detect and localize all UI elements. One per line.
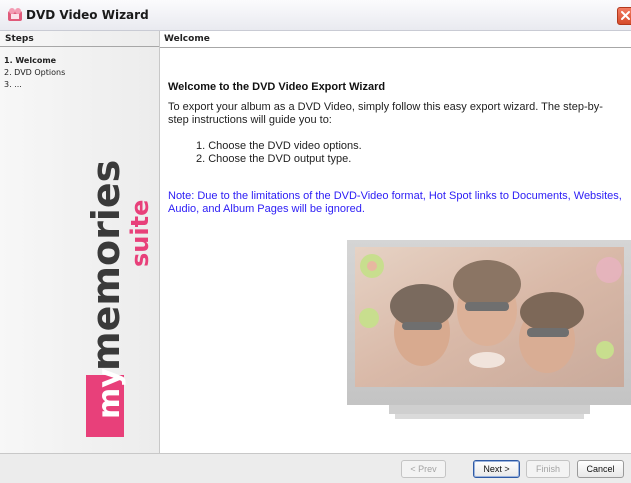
next-button[interactable]: Next > xyxy=(473,460,520,478)
prev-button[interactable]: < Prev xyxy=(401,460,446,478)
brand-my: my xyxy=(92,368,127,419)
wizard-title: Welcome to the DVD Video Export Wizard xyxy=(168,81,386,93)
brand-suite: suite xyxy=(126,200,154,267)
header-divider xyxy=(160,47,631,48)
steps-panel: Steps 1. Welcome 2. DVD Options 3. ... m… xyxy=(0,31,160,453)
instruction-item: 1. Choose the DVD video options. xyxy=(196,140,362,152)
brand-memories: memories xyxy=(84,160,128,371)
window-title: DVD Video Wizard xyxy=(26,8,149,22)
close-icon xyxy=(621,11,630,20)
title-bar: DVD Video Wizard xyxy=(0,0,631,31)
dvd-video-wizard-window: DVD Video Wizard Steps 1. Welcome 2. DVD… xyxy=(0,0,631,483)
wizard-button-bar: < Prev Next > Finish Cancel xyxy=(0,453,631,483)
step-item-dvd-options: 2. DVD Options xyxy=(4,68,66,77)
cancel-button[interactable]: Cancel xyxy=(577,460,624,478)
intro-text: To export your album as a DVD Video, sim… xyxy=(168,101,603,126)
tv-photo-illustration xyxy=(347,240,631,419)
limitations-note: Note: Due to the limitations of the DVD-… xyxy=(168,190,622,215)
dvd-wizard-app-icon xyxy=(8,8,22,21)
steps-header: Steps xyxy=(5,34,34,44)
instruction-item: 2. Choose the DVD output type. xyxy=(196,153,352,165)
step-item-welcome: 1. Welcome xyxy=(4,56,57,65)
close-button[interactable] xyxy=(617,7,631,25)
page-header: Welcome xyxy=(164,34,210,44)
mymemories-suite-logo: my memories suite xyxy=(84,160,154,437)
step-item-more: 3. ... xyxy=(4,80,22,89)
steps-divider xyxy=(0,46,159,47)
instruction-list: 1. Choose the DVD video options. 2. Choo… xyxy=(196,140,362,166)
finish-button[interactable]: Finish xyxy=(526,460,570,478)
